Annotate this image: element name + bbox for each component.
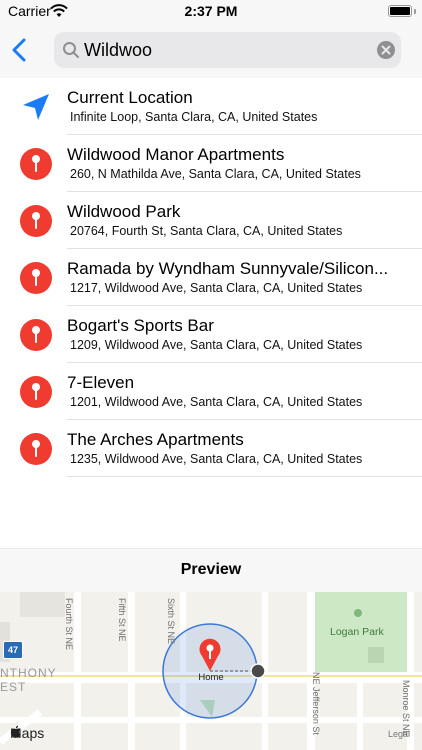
result-current-location[interactable]: Current Location Infinite Loop, Santa Cl… bbox=[0, 78, 422, 135]
status-bar: Carrier 2:37 PM bbox=[0, 0, 422, 24]
location-arrow-icon bbox=[23, 94, 49, 120]
result-title: Ramada by Wyndham Sunnyvale/Silicon... bbox=[67, 259, 389, 278]
result-title: 7-Eleven bbox=[67, 373, 135, 392]
park-label: Logan Park bbox=[330, 626, 384, 638]
result-title: Wildwood Manor Apartments bbox=[67, 145, 285, 164]
street-label: Fifth St NE bbox=[117, 598, 127, 642]
result-subtitle: 260, N Mathilda Ave, Santa Clara, CA, Un… bbox=[70, 167, 361, 181]
result-subtitle: 1217, Wildwood Ave, Santa Clara, CA, Uni… bbox=[70, 281, 363, 295]
map-pin-icon bbox=[20, 319, 52, 351]
result-item[interactable]: Wildwood Park 20764, Fourth St, Santa Cl… bbox=[0, 192, 422, 249]
map-pin-icon bbox=[20, 433, 52, 465]
result-item[interactable]: Bogart's Sports Bar 1209, Wildwood Ave, … bbox=[0, 306, 422, 363]
preview-header: Preview bbox=[0, 548, 422, 592]
row-separator bbox=[67, 476, 422, 477]
result-subtitle: 20764, Fourth St, Santa Clara, CA, Unite… bbox=[70, 224, 343, 238]
result-title: The Arches Apartments bbox=[67, 430, 244, 449]
maps-logo: Maps bbox=[10, 725, 44, 741]
search-field[interactable] bbox=[54, 32, 401, 68]
map-pin-icon bbox=[20, 148, 52, 180]
back-chevron-icon[interactable] bbox=[6, 36, 34, 64]
result-title: Wildwood Park bbox=[67, 202, 181, 221]
result-item[interactable]: 7-Eleven 1201, Wildwood Ave, Santa Clara… bbox=[0, 363, 422, 420]
result-title: Bogart's Sports Bar bbox=[67, 316, 214, 335]
battery-tip bbox=[414, 9, 416, 14]
search-header bbox=[0, 24, 422, 78]
map-pin-icon bbox=[20, 262, 52, 294]
legal-link[interactable]: Legal bbox=[388, 729, 410, 739]
status-time: 2:37 PM bbox=[184, 3, 238, 19]
result-item[interactable]: Ramada by Wyndham Sunnyvale/Silicon... 1… bbox=[0, 249, 422, 306]
street-label: NE Jefferson St bbox=[311, 672, 321, 735]
map-pin-icon bbox=[20, 376, 52, 408]
result-subtitle: 1209, Wildwood Ave, Santa Clara, CA, Uni… bbox=[70, 338, 363, 352]
result-subtitle: Infinite Loop, Santa Clara, CA, United S… bbox=[70, 110, 318, 124]
apple-logo-icon bbox=[10, 725, 21, 738]
pin-label: Home bbox=[198, 672, 224, 683]
neighborhood-label: NTHONY EST bbox=[0, 666, 57, 694]
battery-icon bbox=[388, 5, 412, 17]
map-pin-icon bbox=[20, 205, 52, 237]
clear-icon[interactable] bbox=[377, 41, 395, 59]
search-results-list: Current Location Infinite Loop, Santa Cl… bbox=[0, 78, 422, 477]
result-item[interactable]: Wildwood Manor Apartments 260, N Mathild… bbox=[0, 135, 422, 192]
result-item[interactable]: The Arches Apartments 1235, Wildwood Ave… bbox=[0, 420, 422, 477]
street-label: Sixth St NE bbox=[166, 598, 176, 645]
route-shield: 47 bbox=[3, 641, 23, 659]
street-label: Fourth St NE bbox=[64, 598, 74, 651]
search-icon bbox=[63, 42, 79, 58]
result-subtitle: 1235, Wildwood Ave, Santa Clara, CA, Uni… bbox=[70, 452, 363, 466]
result-title: Current Location bbox=[67, 88, 193, 107]
search-input[interactable] bbox=[84, 32, 364, 68]
preview-title: Preview bbox=[180, 561, 242, 578]
map-preview[interactable]: 47 NTHONY EST Fourth St NE Fifth St NE Si… bbox=[0, 592, 422, 750]
result-subtitle: 1201, Wildwood Ave, Santa Clara, CA, Uni… bbox=[70, 395, 363, 409]
